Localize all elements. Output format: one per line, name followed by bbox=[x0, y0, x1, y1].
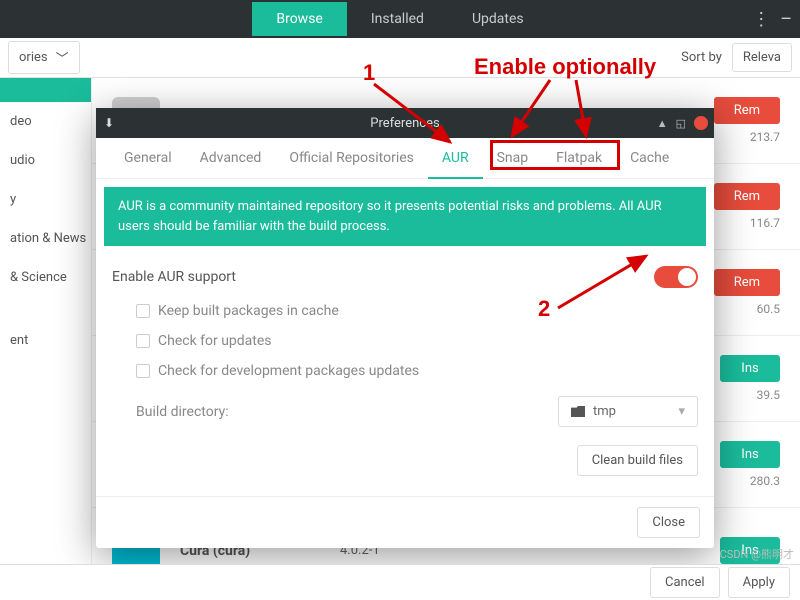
package-size: 213.7 bbox=[750, 130, 780, 144]
annotation-arrow-1 bbox=[370, 80, 470, 160]
sidebar-item[interactable]: ation & News bbox=[0, 219, 91, 258]
keep-packages-checkbox[interactable] bbox=[136, 304, 150, 318]
download-icon: ⬇ bbox=[104, 116, 114, 130]
cancel-button[interactable]: Cancel bbox=[650, 567, 720, 598]
tab-browse[interactable]: Browse bbox=[252, 2, 346, 36]
sort-by-label: Sort by bbox=[681, 50, 722, 65]
package-size: 60.5 bbox=[757, 302, 780, 316]
top-toolbar: Browse Installed Updates ⋮ – bbox=[0, 0, 800, 38]
bottom-bar: Cancel Apply bbox=[0, 564, 800, 600]
menu-icon[interactable]: ⋮ bbox=[752, 9, 770, 30]
check-updates-label: Check for updates bbox=[158, 333, 272, 349]
categories-label: ories bbox=[19, 50, 48, 65]
annotation-arrow-opt2 bbox=[556, 76, 636, 146]
window-close-icon[interactable] bbox=[694, 116, 708, 130]
chevron-down-icon: ▾ bbox=[678, 404, 685, 419]
filter-bar: ories ﹀ Sort by Releva bbox=[0, 38, 800, 78]
tab-installed[interactable]: Installed bbox=[347, 2, 448, 36]
window-max-icon[interactable]: ◱ bbox=[676, 117, 686, 130]
sidebar-item[interactable]: y bbox=[0, 180, 91, 219]
clean-build-button[interactable]: Clean build files bbox=[577, 445, 698, 476]
sidebar-item[interactable]: udio bbox=[0, 141, 91, 180]
sidebar-item[interactable]: ent bbox=[0, 321, 91, 360]
package-size: 116.7 bbox=[750, 216, 780, 230]
keep-packages-label: Keep built packages in cache bbox=[158, 303, 339, 319]
tab-updates[interactable]: Updates bbox=[448, 2, 548, 36]
remove-button[interactable]: Rem bbox=[714, 97, 780, 124]
close-button[interactable]: Close bbox=[637, 507, 700, 538]
check-updates-checkbox[interactable] bbox=[136, 334, 150, 348]
preferences-dialog: ⬇ Preferences ▲ ◱ General Advanced Offic… bbox=[96, 108, 714, 548]
sidebar-item[interactable]: deo bbox=[0, 102, 91, 141]
aur-warning-banner: AUR is a community maintained repository… bbox=[104, 187, 706, 246]
check-dev-checkbox[interactable] bbox=[136, 364, 150, 378]
sidebar-item[interactable] bbox=[0, 297, 91, 321]
apply-button[interactable]: Apply bbox=[728, 567, 790, 598]
build-dir-select[interactable]: tmp ▾ bbox=[558, 396, 698, 427]
install-button[interactable]: Ins bbox=[720, 355, 780, 382]
minimize-icon[interactable]: – bbox=[780, 9, 792, 30]
tab-general[interactable]: General bbox=[110, 138, 186, 178]
categories-dropdown[interactable]: ories ﹀ bbox=[8, 41, 80, 74]
window-up-icon[interactable]: ▲ bbox=[657, 117, 668, 130]
install-button[interactable]: Ins bbox=[720, 441, 780, 468]
watermark: CSDN @熊明才 bbox=[720, 546, 794, 562]
sidebar-item[interactable] bbox=[0, 78, 91, 102]
sidebar-item[interactable]: & Science bbox=[0, 258, 91, 297]
build-dir-label: Build directory: bbox=[136, 404, 229, 420]
package-size: 280.3 bbox=[750, 474, 780, 488]
annotation-arrow-2 bbox=[554, 250, 674, 320]
package-size: 39.5 bbox=[757, 388, 780, 402]
build-dir-value: tmp bbox=[593, 404, 616, 419]
remove-button[interactable]: Rem bbox=[714, 269, 780, 296]
sort-dropdown[interactable]: Releva bbox=[732, 43, 792, 72]
chevron-down-icon: ﹀ bbox=[56, 48, 69, 67]
remove-button[interactable]: Rem bbox=[714, 183, 780, 210]
folder-icon bbox=[571, 406, 585, 417]
tab-advanced[interactable]: Advanced bbox=[186, 138, 276, 178]
sidebar: deo udio y ation & News & Science ent bbox=[0, 78, 92, 600]
check-dev-label: Check for development packages updates bbox=[158, 363, 419, 379]
